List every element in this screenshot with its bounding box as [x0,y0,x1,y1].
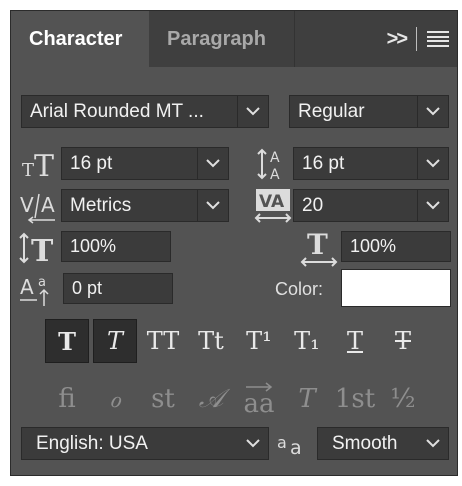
faux-italic-label: T [106,327,123,355]
stylistic-alternates-label: aa [243,389,275,419]
chevron-down-icon [197,148,228,179]
anti-aliasing-value: Smooth [332,433,398,454]
horizontal-scale-field[interactable]: 100% [341,231,451,262]
standard-ligatures-button[interactable]: fi [45,377,89,421]
vertical-scale-field[interactable]: 100% [61,231,171,262]
panel-menu-icon[interactable] [427,31,449,47]
character-panel: Character Paragraph >> Arial Rounded MT … [10,10,458,476]
font-size-select[interactable]: 16 pt [61,147,229,180]
titling-alternates-label: T [298,384,316,414]
font-family-value: Arial Rounded MT ... [30,101,204,122]
tab-bar: Character Paragraph >> [11,11,457,67]
contextual-alternates-button[interactable]: ℴ [93,377,137,421]
horizontal-scale-value: 100% [350,236,397,256]
svg-text:a: a [38,275,46,290]
faux-bold-label: T [58,326,76,356]
svg-text:T: T [22,160,34,181]
underline-button[interactable]: T [333,319,377,363]
leading-value: 16 pt [302,153,345,174]
superscript-button[interactable]: T¹ [237,319,281,363]
chevron-down-icon [417,190,448,221]
tab-character[interactable]: Character [11,11,149,67]
anti-aliasing-icon: aa [275,429,311,459]
chevron-down-icon [417,148,448,179]
svg-text:A: A [270,167,280,182]
leading-icon: AA [255,145,291,183]
tab-paragraph[interactable]: Paragraph [149,11,295,67]
faux-bold-button[interactable]: T [45,319,89,363]
kerning-select[interactable]: Metrics [61,189,229,222]
faux-italic-button[interactable]: T [93,319,137,363]
leading-select[interactable]: 16 pt [293,147,449,180]
font-family-select[interactable]: Arial Rounded MT ... [21,95,269,128]
baseline-shift-icon: Aa [19,271,59,309]
all-caps-label: TT [146,327,180,355]
svg-text:A: A [41,193,55,217]
swash-label: 𝒜 [198,383,224,414]
svg-text:VA: VA [259,192,285,212]
ordinals-button[interactable]: 1st [333,377,377,421]
anti-aliasing-select[interactable]: Smooth [317,427,449,460]
contextual-alternates-label: ℴ [108,384,121,414]
subscript-button[interactable]: T₁ [285,319,329,363]
small-caps-button[interactable]: Tt [189,319,233,363]
baseline-shift-field[interactable]: 0 pt [63,273,173,304]
fractions-button[interactable]: ½ [381,377,425,421]
stylistic-alternates-button[interactable]: aa [237,377,281,421]
kerning-icon: VA [19,187,59,225]
font-size-value: 16 pt [70,153,113,174]
swash-button[interactable]: 𝒜 [189,377,233,421]
underline-label: T [346,327,363,355]
kerning-value: Metrics [70,195,132,216]
horizontal-scale-icon: T [299,227,339,269]
ordinals-label: 1st [334,384,376,414]
strikethrough-label: T [394,327,411,355]
vertical-scale-value: 100% [70,236,117,256]
standard-ligatures-label: fi [58,384,76,414]
subscript-label: T₁ [294,327,320,355]
svg-text:V: V [20,193,34,217]
tracking-icon: VA [253,187,293,225]
chevron-down-icon [417,96,448,127]
language-select[interactable]: English: USA [21,427,269,460]
font-style-select[interactable]: Regular [289,95,449,128]
tracking-value: 20 [302,195,324,216]
tracking-select[interactable]: 20 [293,189,449,222]
discretionary-ligatures-label: st [151,384,175,414]
small-caps-label: Tt [198,327,224,355]
fractions-label: ½ [390,384,416,414]
color-label: Color: [275,279,324,299]
titling-alternates-button[interactable]: T [285,377,329,421]
all-caps-button[interactable]: TT [141,319,185,363]
svg-text:T: T [307,228,328,261]
baseline-shift-value: 0 pt [72,278,103,298]
svg-text:A: A [270,150,280,166]
language-value: English: USA [36,433,148,454]
divider [416,27,417,51]
chevron-down-icon [197,190,228,221]
chevron-down-icon [238,428,268,459]
svg-text:T: T [31,234,54,266]
collapse-icon[interactable]: >> [387,28,408,51]
strikethrough-button[interactable]: T [381,319,425,363]
superscript-label: T¹ [246,327,272,355]
discretionary-ligatures-button[interactable]: st [141,377,185,421]
svg-text:a: a [277,433,287,452]
svg-text:a: a [290,437,302,458]
font-style-value: Regular [298,101,365,122]
svg-text:A: A [20,275,34,299]
vertical-scale-icon: T [19,229,59,267]
chevron-down-icon [237,96,268,127]
font-size-icon: TT [19,145,59,183]
svg-text:T: T [34,149,54,182]
chevron-down-icon [418,428,448,459]
color-swatch[interactable] [341,269,451,307]
